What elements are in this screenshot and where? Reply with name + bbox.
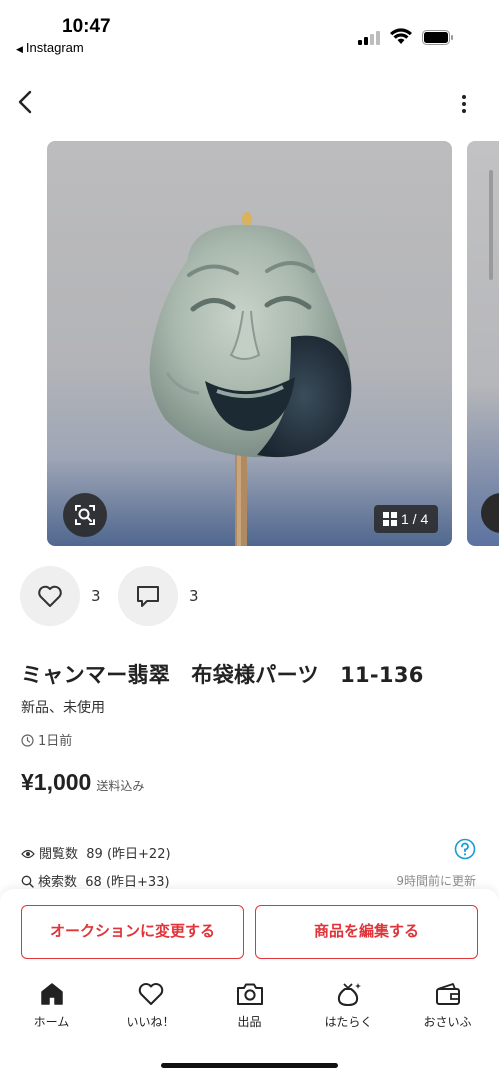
page-indicator-text: 1 / 4 xyxy=(401,511,429,527)
next-photo-preview[interactable] xyxy=(467,141,499,546)
posted-time: 1日前 xyxy=(21,730,72,749)
change-to-auction-button[interactable]: オークションに変更する xyxy=(21,905,244,959)
product-title: ミャンマー翡翠 布袋様パーツ 11-136 xyxy=(21,663,424,687)
like-button[interactable] xyxy=(20,566,80,626)
clock-icon xyxy=(21,734,34,747)
status-time: 10:47 xyxy=(62,16,111,37)
back-chevron-icon[interactable] xyxy=(14,88,38,116)
more-vertical-icon[interactable] xyxy=(456,92,472,116)
tab-likes-label: いいね！ xyxy=(126,1015,175,1029)
searches-label: 検索数 xyxy=(38,875,78,890)
lens-search-icon xyxy=(75,505,95,525)
tab-wallet[interactable]: おさいふ xyxy=(398,980,497,1036)
heart-icon xyxy=(38,585,62,607)
shipping-note: 送料込み xyxy=(96,779,145,793)
tab-home[interactable]: ホーム xyxy=(2,980,101,1036)
scroll-indicator xyxy=(489,170,493,280)
back-to-app-link[interactable]: ◀ Instagram xyxy=(16,40,84,55)
tab-work[interactable]: はたらく xyxy=(299,980,398,1036)
help-icon[interactable] xyxy=(454,838,476,860)
search-icon xyxy=(21,875,34,888)
eye-icon xyxy=(21,849,35,859)
tab-wallet-label: おさいふ xyxy=(423,1015,472,1029)
views-value: 89 (昨日+22) xyxy=(86,847,171,862)
heart-icon xyxy=(138,983,163,1005)
wallet-icon xyxy=(435,983,460,1005)
updated-time: 9時間前に更新 xyxy=(396,874,476,888)
home-indicator[interactable] xyxy=(161,1063,338,1068)
comment-icon xyxy=(137,586,159,607)
wifi-icon xyxy=(390,28,412,44)
next-photo-lens-button xyxy=(481,493,499,533)
tab-sell[interactable]: 出品 xyxy=(200,980,299,1036)
edit-product-button[interactable]: 商品を編集する xyxy=(255,905,478,959)
battery-icon xyxy=(422,30,453,45)
comment-button[interactable] xyxy=(118,566,178,626)
searches-value: 68 (昨日+33) xyxy=(85,875,170,890)
tab-work-label: はたらく xyxy=(324,1015,373,1029)
price: ¥1,000 送料込み xyxy=(21,769,144,796)
money-bag-icon xyxy=(337,983,361,1006)
searches-stat: 検索数 68 (昨日+33) xyxy=(21,871,170,890)
comment-count: 3 xyxy=(189,587,199,605)
price-amount: ¥1,000 xyxy=(21,769,92,795)
camera-icon xyxy=(236,983,263,1005)
like-count: 3 xyxy=(91,587,101,605)
tab-likes[interactable]: いいね！ xyxy=(101,980,200,1036)
lens-search-button[interactable] xyxy=(63,493,107,537)
back-triangle-icon: ◀ xyxy=(16,44,23,54)
posted-time-text: 1日前 xyxy=(38,734,73,749)
signal-icon xyxy=(358,31,382,45)
grid-icon xyxy=(383,512,397,526)
jade-buddha-pendant-image xyxy=(149,212,352,546)
product-photo[interactable]: 1 / 4 xyxy=(47,141,452,546)
views-label: 閲覧数 xyxy=(39,847,79,862)
back-app-label: Instagram xyxy=(25,40,84,55)
status-bar: 10:47 ◀ Instagram xyxy=(0,0,499,60)
tab-sell-label: 出品 xyxy=(237,1015,262,1029)
product-condition: 新品、未使用 xyxy=(21,700,105,716)
home-icon xyxy=(40,983,63,1005)
views-stat: 閲覧数 89 (昨日+22) xyxy=(21,843,171,862)
tab-home-label: ホーム xyxy=(33,1015,70,1029)
page-indicator-badge[interactable]: 1 / 4 xyxy=(374,505,438,533)
